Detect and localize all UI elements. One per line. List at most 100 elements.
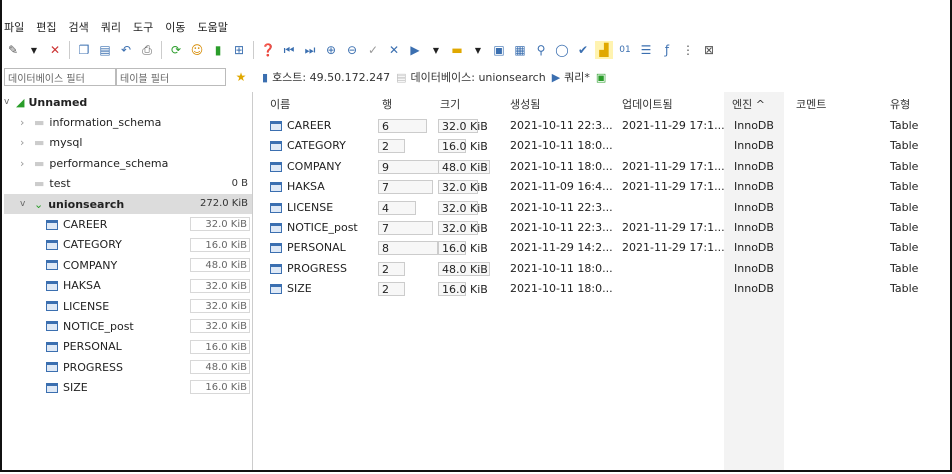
cell-size: 32.0 KiB [438, 221, 488, 235]
table-size: 16.0 KiB [190, 339, 250, 354]
header-engine[interactable]: 엔진 ^ [732, 96, 765, 112]
dropdown-icon[interactable]: ▼ [427, 41, 445, 59]
add-icon[interactable]: ⊕ [322, 41, 340, 59]
close-icon[interactable]: ⊠ [700, 41, 718, 59]
menu-help[interactable]: 도움말 [198, 19, 228, 35]
cell-type: Table [890, 180, 919, 194]
tree-table[interactable]: PROGRESS 48.0 KiB [4, 357, 252, 377]
table-row[interactable]: CATEGORY 2 16.0 KiB 2021-10-11 18:0... InnoD… [262, 136, 948, 156]
tab-database[interactable]: ▤ 데이터베이스: unionsearch [396, 69, 546, 85]
run-icon[interactable]: ▶ [406, 41, 424, 59]
chevron-right-icon[interactable]: › [20, 136, 34, 149]
undo-icon[interactable]: ↶ [117, 41, 135, 59]
cell-rows: 2 [378, 282, 405, 297]
cell-updated: 2021-11-29 17:1... [622, 159, 725, 173]
header-rows[interactable]: 행 [382, 96, 392, 112]
cell-rows: 4 [378, 200, 416, 215]
print-icon[interactable]: ⎙ [138, 41, 156, 59]
chevron-down-icon[interactable]: v [4, 97, 16, 107]
copy-icon[interactable]: ❐ [75, 41, 93, 59]
database-icon: ▬ [34, 177, 45, 191]
more-icon[interactable]: ⋮ [679, 41, 697, 59]
table-row[interactable]: PROGRESS 2 48.0 KiB 2021-10-11 18:0... InnoD… [262, 259, 948, 279]
cell-type: Table [890, 221, 919, 234]
table-icon [46, 280, 58, 291]
header-created[interactable]: 생성됨 [510, 96, 540, 112]
search-icon[interactable]: ⚲ [532, 41, 550, 59]
last-icon[interactable]: ⏭ [301, 41, 319, 59]
star-icon[interactable]: ★ [232, 68, 250, 86]
users-icon[interactable]: ☺ [188, 41, 206, 59]
cancel-icon[interactable]: ✕ [385, 41, 403, 59]
table-row[interactable]: COMPANY 9 48.0 KiB 2021-10-11 18:0... 2021-1… [262, 157, 948, 177]
table-row[interactable]: CAREER 6 32.0 KiB 2021-10-11 22:3... 2021-11… [262, 116, 948, 136]
table-icon [46, 382, 58, 393]
chevron-down-icon[interactable]: v [20, 199, 34, 209]
binary-icon[interactable]: 01 [616, 41, 634, 59]
tab-host[interactable]: ▮ 호스트: 49.50.172.247 [262, 69, 390, 85]
apply-icon[interactable]: ✓ [364, 41, 382, 59]
chart-icon[interactable]: ▟ [595, 41, 613, 59]
table-row[interactable]: LICENSE 4 32.0 KiB 2021-10-11 22:3... InnoDB… [262, 198, 948, 218]
table-row[interactable]: PERSONAL 8 16.0 KiB 2021-11-29 14:2... 2021-… [262, 238, 948, 258]
function-icon[interactable]: ƒ [658, 41, 676, 59]
dropdown-icon[interactable]: ▼ [469, 41, 487, 59]
tree-table[interactable]: CATEGORY 16.0 KiB [4, 235, 252, 255]
tree-database-label: information_schema [49, 116, 162, 130]
export-icon[interactable]: ▮ [209, 41, 227, 59]
cell-engine: InnoDB [734, 159, 774, 173]
chevron-right-icon[interactable]: › [20, 157, 34, 170]
menu-go[interactable]: 이동 [165, 19, 185, 35]
menu-search[interactable]: 검색 [69, 19, 89, 35]
tree-table[interactable]: LICENSE 32.0 KiB [4, 296, 252, 316]
new-tab-icon[interactable]: ▣ [596, 71, 606, 84]
tree-database[interactable]: › ▬ performance_schema [4, 153, 252, 173]
disconnect-icon[interactable]: ✕ [46, 41, 64, 59]
tree-database-selected[interactable]: v ⌄ unionsearch 272.0 KiB [4, 193, 252, 215]
help-icon[interactable]: ❓ [259, 41, 277, 59]
dropdown-icon[interactable]: ▼ [25, 41, 43, 59]
menu-tools[interactable]: 도구 [133, 19, 153, 35]
tree-table[interactable]: HAKSA 32.0 KiB [4, 276, 252, 296]
format-icon[interactable]: ✔ [574, 41, 592, 59]
table-row[interactable]: HAKSA 7 32.0 KiB 2021-11-09 16:4... 2021-11-… [262, 177, 948, 197]
database-size: 272.0 KiB [199, 197, 248, 209]
paste-icon[interactable]: ▤ [96, 41, 114, 59]
database-tree: v ◢ Unnamed › ▬ information_schema › ▬ m… [4, 92, 253, 470]
chevron-right-icon[interactable]: › [20, 116, 34, 129]
header-name[interactable]: 이름 [270, 96, 290, 112]
header-updated[interactable]: 업데이트됨 [622, 96, 673, 112]
tree-table[interactable]: CAREER 32.0 KiB [4, 214, 252, 234]
refresh-icon[interactable]: ⟳ [167, 41, 185, 59]
tree-database[interactable]: › ▬ information_schema [4, 112, 252, 132]
menu-edit[interactable]: 편집 [36, 19, 56, 35]
first-icon[interactable]: ⏮ [280, 41, 298, 59]
cell-type: Table [890, 159, 919, 173]
header-comment[interactable]: 코멘트 [796, 96, 826, 112]
wrap-icon[interactable]: ☰ [637, 41, 655, 59]
table-filter-input[interactable]: 테이블 필터 [116, 68, 226, 86]
connect-icon[interactable]: ✎ [4, 41, 22, 59]
database-icon[interactable]: ▦ [511, 41, 529, 59]
menu-file[interactable]: 파일 [4, 19, 24, 35]
layout-icon[interactable]: ⊞ [230, 41, 248, 59]
save-icon[interactable]: ▣ [490, 41, 508, 59]
folder-icon[interactable]: ▬ [448, 41, 466, 59]
header-size[interactable]: 크기 [440, 96, 460, 112]
tree-table[interactable]: PERSONAL 16.0 KiB [4, 337, 252, 357]
table-row[interactable]: SIZE 2 16.0 KiB 2021-10-11 18:0... InnoDB Tab… [262, 279, 948, 299]
zoom-icon[interactable]: ◯ [553, 41, 571, 59]
tree-table[interactable]: SIZE 16.0 KiB [4, 377, 252, 397]
tab-query[interactable]: ▶ 쿼리* [552, 69, 590, 85]
tree-database[interactable]: › ▬ mysql [4, 133, 252, 153]
delete-icon[interactable]: ⊖ [343, 41, 361, 59]
tree-root[interactable]: v ◢ Unnamed [4, 92, 252, 112]
header-type[interactable]: 유형 [890, 96, 910, 112]
database-filter-input[interactable]: 데이터베이스 필터 [4, 68, 116, 86]
tree-table[interactable]: NOTICE_post 32.0 KiB [4, 316, 252, 336]
tree-database[interactable]: ▬ test 0 B [4, 174, 252, 194]
tree-table[interactable]: COMPANY 48.0 KiB [4, 255, 252, 275]
table-row[interactable]: NOTICE_post 7 32.0 KiB 2021-10-11 22:3... 20… [262, 218, 948, 238]
tree-table-label: CATEGORY [63, 238, 122, 252]
menu-query[interactable]: 쿼리 [101, 19, 121, 35]
